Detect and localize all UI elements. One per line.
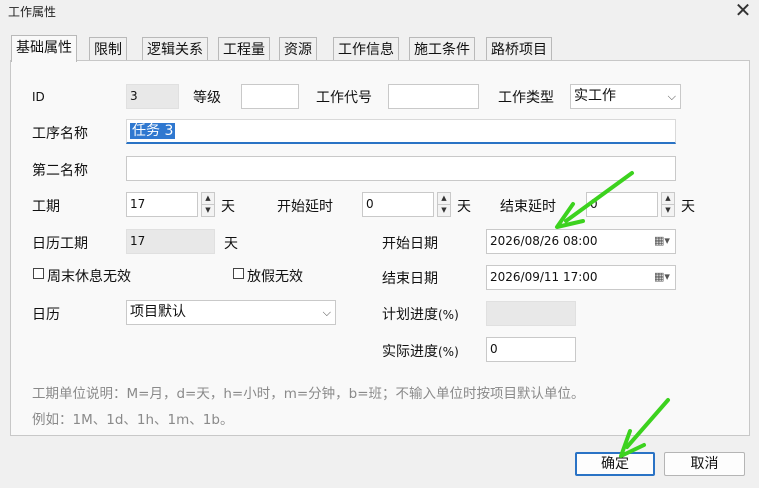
annotation-arrows xyxy=(555,171,670,458)
annotation-arrowhead-start-date xyxy=(555,202,585,229)
annotation-arrow-start-date xyxy=(564,171,634,223)
tab-basic-properties[interactable]: 基础属性 xyxy=(11,35,77,62)
annotation-arrow-ok xyxy=(625,398,670,449)
